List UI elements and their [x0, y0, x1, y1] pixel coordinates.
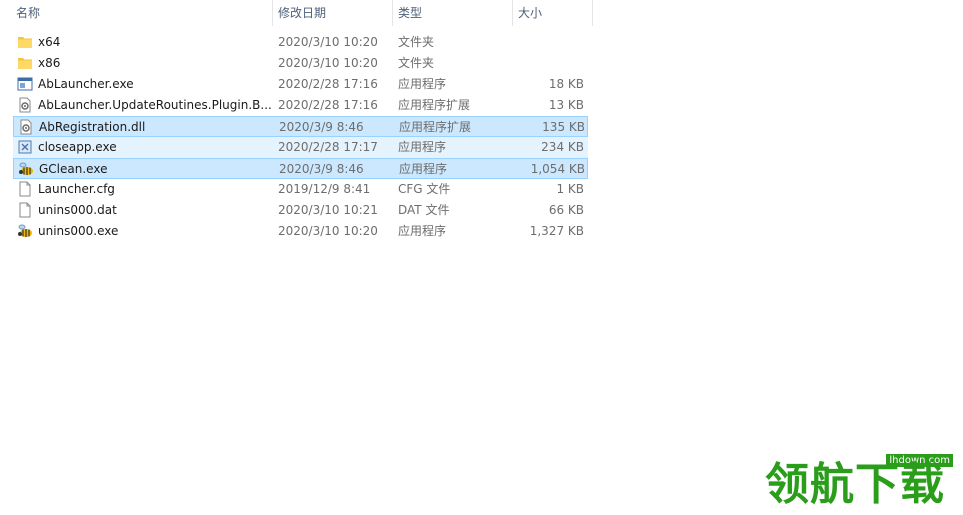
file-row[interactable]: x86 2020/3/10 10:20 文件夹	[13, 53, 588, 74]
file-row[interactable]: AbLauncher.UpdateRoutines.Plugin.B... 202…	[13, 95, 588, 116]
bee-icon	[18, 161, 34, 177]
file-date: 2020/2/28 17:17	[278, 140, 378, 154]
file-row[interactable]: Launcher.cfg 2019/12/9 8:41 CFG 文件 1 KB	[13, 179, 588, 200]
file-type: DAT 文件	[398, 203, 450, 217]
file-row[interactable]: AbLauncher.exe 2020/2/28 17:16 应用程序 18 KB	[13, 74, 588, 95]
file-row[interactable]: unins000.dat 2020/3/10 10:21 DAT 文件 66 KB	[13, 200, 588, 221]
column-header-size[interactable]: 大小	[512, 0, 592, 26]
blank-file-icon	[17, 181, 33, 197]
file-row[interactable]: closeapp.exe 2020/2/28 17:17 应用程序 234 KB	[13, 137, 588, 158]
file-size: 1,054 KB	[530, 162, 585, 176]
file-date: 2020/3/10 10:20	[278, 35, 378, 49]
app-window-icon	[17, 76, 33, 92]
file-type: 应用程序扩展	[399, 120, 472, 134]
dll-gear-icon	[17, 97, 33, 113]
file-name: GClean.exe	[39, 162, 108, 176]
folder-icon	[17, 55, 33, 71]
file-type: 应用程序	[398, 140, 447, 154]
file-size: 135 KB	[542, 120, 585, 134]
file-row[interactable]: unins000.exe 2020/3/10 10:20 应用程序 1,327 KB	[13, 221, 588, 242]
file-date: 2019/12/9 8:41	[278, 182, 371, 196]
file-size: 1,327 KB	[529, 224, 584, 238]
file-type: 应用程序	[398, 224, 447, 238]
file-type: 文件夹	[398, 56, 435, 70]
file-size	[493, 32, 584, 53]
file-type: CFG 文件	[398, 182, 451, 196]
file-name: unins000.exe	[38, 224, 119, 238]
file-row[interactable]: x64 2020/3/10 10:20 文件夹	[13, 32, 588, 53]
file-date: 2020/3/10 10:20	[278, 56, 378, 70]
column-header: ^ 名称 修改日期 类型 大小	[0, 0, 963, 26]
file-size: 13 KB	[548, 98, 584, 112]
blank-file-icon	[17, 202, 33, 218]
file-date: 2020/2/28 17:16	[278, 77, 378, 91]
closeapp-icon	[17, 139, 33, 155]
file-name: AbLauncher.exe	[38, 77, 134, 91]
file-name: AbRegistration.dll	[39, 120, 146, 134]
file-name: x86	[38, 56, 61, 70]
dll-gear-icon	[18, 119, 34, 135]
file-date: 2020/3/9 8:46	[279, 120, 364, 134]
file-type: 应用程序扩展	[398, 98, 471, 112]
file-name: unins000.dat	[38, 203, 117, 217]
watermark-text: 领航下载	[765, 459, 945, 510]
watermark-logo: lhdown.com 领航下载	[765, 454, 955, 509]
file-date: 2020/3/9 8:46	[279, 162, 364, 176]
file-type: 文件夹	[398, 35, 435, 49]
file-size: 234 KB	[541, 140, 584, 154]
column-header-date[interactable]: 修改日期	[272, 0, 392, 26]
file-size: 1 KB	[556, 182, 584, 196]
file-size: 18 KB	[548, 77, 584, 91]
file-name: x64	[38, 35, 61, 49]
column-header-name[interactable]: 名称	[10, 0, 272, 26]
file-type: 应用程序	[398, 77, 447, 91]
file-date: 2020/3/10 10:20	[278, 224, 378, 238]
file-date: 2020/3/10 10:21	[278, 203, 378, 217]
file-row[interactable]: GClean.exe 2020/3/9 8:46 应用程序 1,054 KB	[13, 158, 588, 179]
folder-icon	[17, 34, 33, 50]
file-name: closeapp.exe	[38, 140, 117, 154]
file-row[interactable]: AbRegistration.dll 2020/3/9 8:46 应用程序扩展 135…	[13, 116, 588, 137]
file-name: Launcher.cfg	[38, 182, 115, 196]
file-type: 应用程序	[399, 162, 448, 176]
column-divider[interactable]	[592, 0, 593, 26]
file-date: 2020/2/28 17:16	[278, 98, 378, 112]
file-name: AbLauncher.UpdateRoutines.Plugin.B...	[38, 98, 272, 112]
file-size	[493, 53, 584, 74]
column-header-type[interactable]: 类型	[392, 0, 512, 26]
file-size: 66 KB	[548, 203, 584, 217]
bee-icon	[17, 223, 33, 239]
